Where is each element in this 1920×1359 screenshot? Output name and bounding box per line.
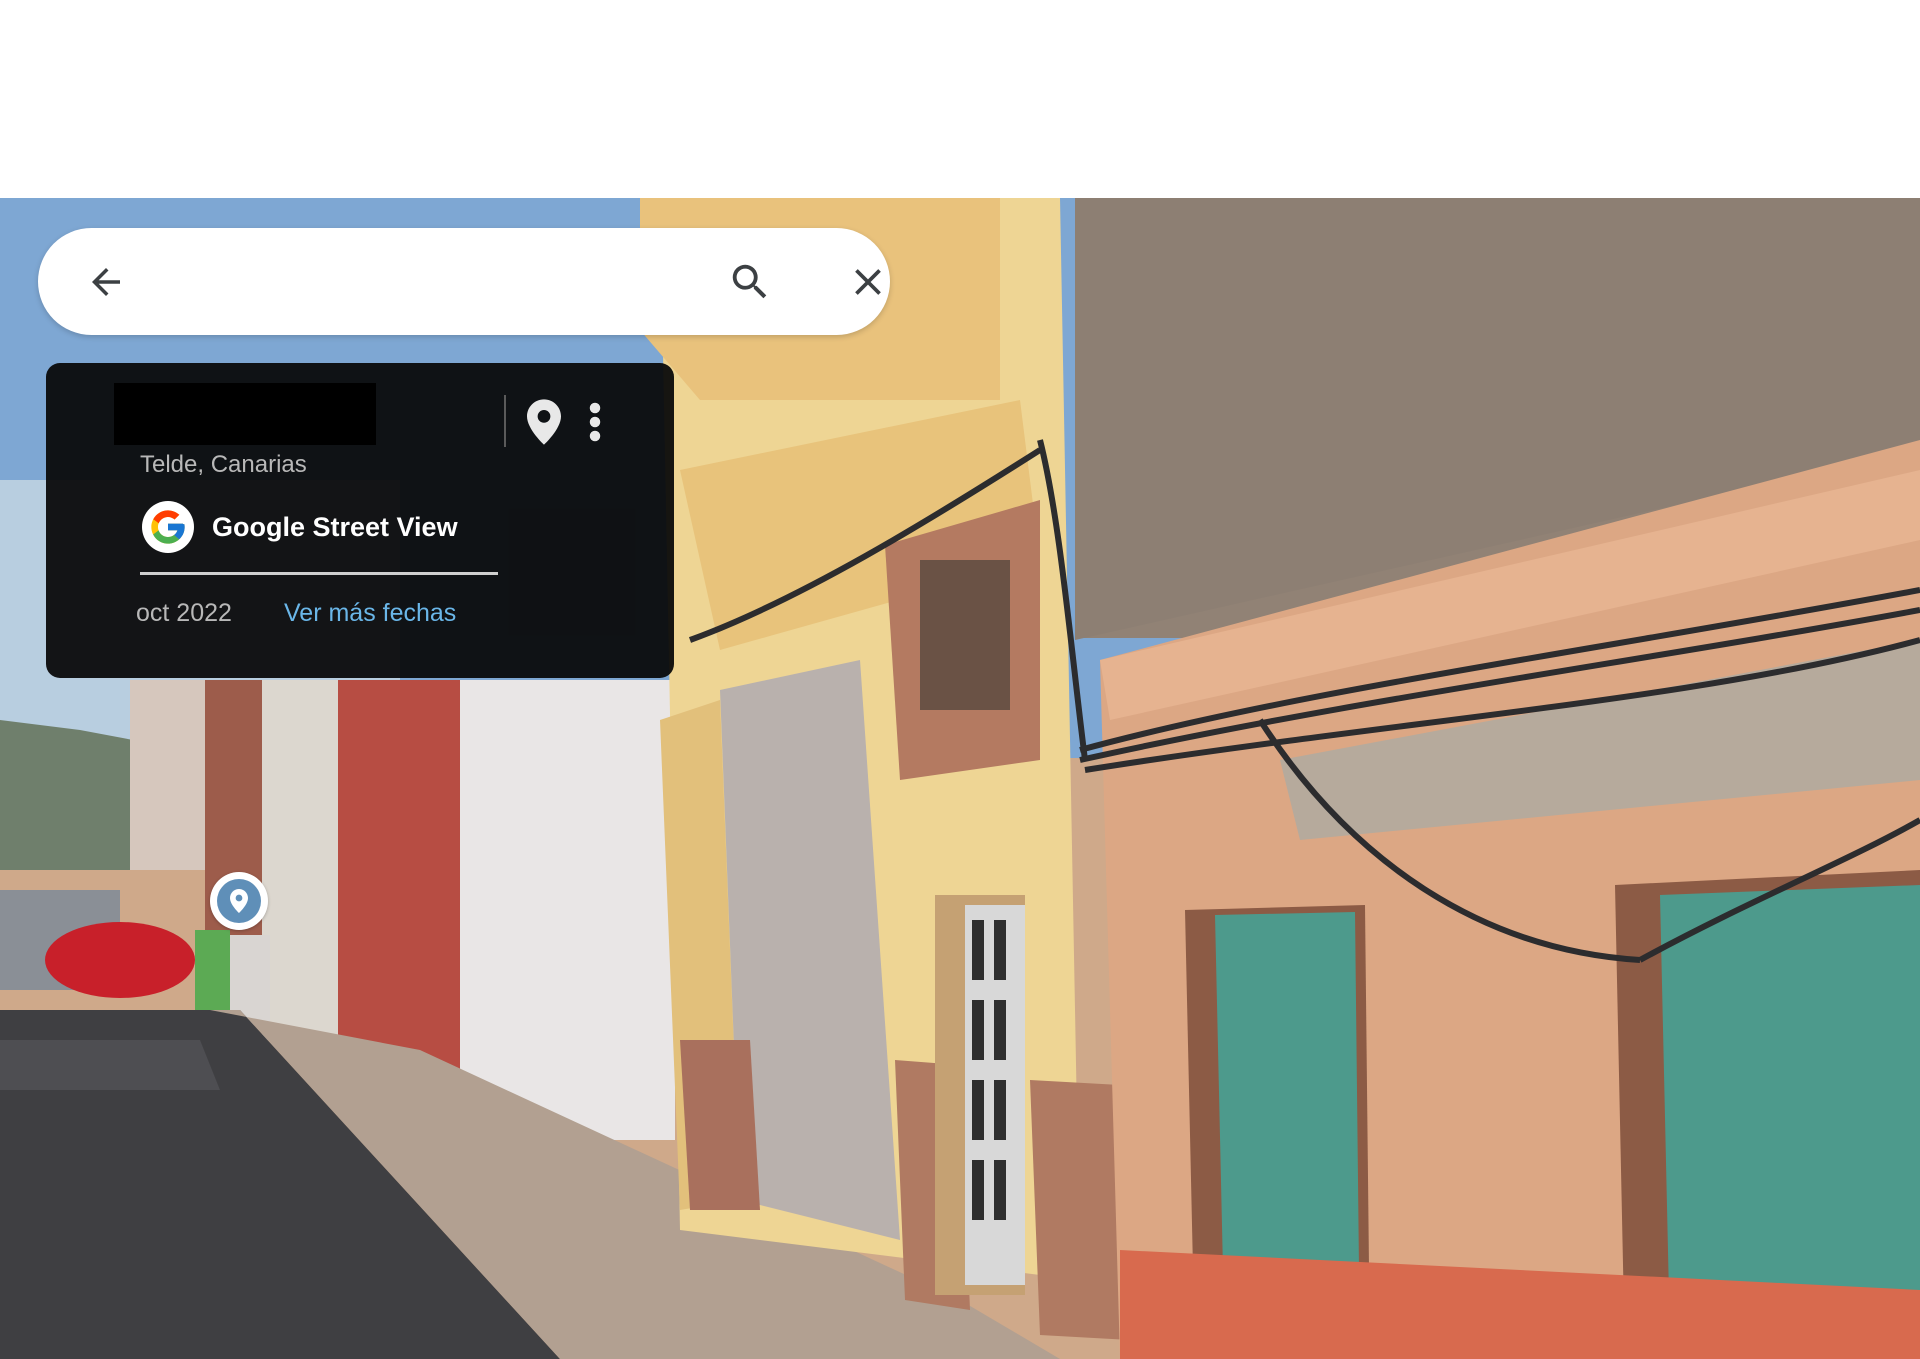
- close-button[interactable]: [840, 254, 896, 310]
- street-view-info-card: Telde, Canarias Google Street View oct 2…: [46, 363, 674, 678]
- arrow-left-icon: [85, 261, 127, 303]
- timeline-divider: [140, 572, 498, 575]
- search-button[interactable]: [722, 254, 778, 310]
- map-pin-button[interactable]: [524, 398, 564, 450]
- more-vertical-icon: [588, 401, 602, 448]
- more-options-button[interactable]: [578, 399, 612, 449]
- image-source: Google Street View: [142, 501, 458, 553]
- redacted-address: [114, 383, 376, 445]
- search-icon: [727, 259, 773, 305]
- capture-date: oct 2022: [136, 599, 232, 627]
- card-divider: [504, 395, 506, 447]
- source-label: Google Street View: [212, 511, 458, 542]
- search-bar[interactable]: [38, 228, 890, 335]
- location-text: Telde, Canarias: [140, 451, 307, 478]
- back-button[interactable]: [78, 254, 134, 310]
- map-pin-icon: [527, 398, 561, 450]
- location-marker-icon: [217, 879, 261, 923]
- more-dates-link[interactable]: Ver más fechas: [284, 599, 456, 628]
- close-icon: [846, 260, 890, 304]
- google-g-logo: [142, 501, 194, 553]
- top-blank-area: [0, 0, 1920, 198]
- location-marker[interactable]: [210, 872, 268, 930]
